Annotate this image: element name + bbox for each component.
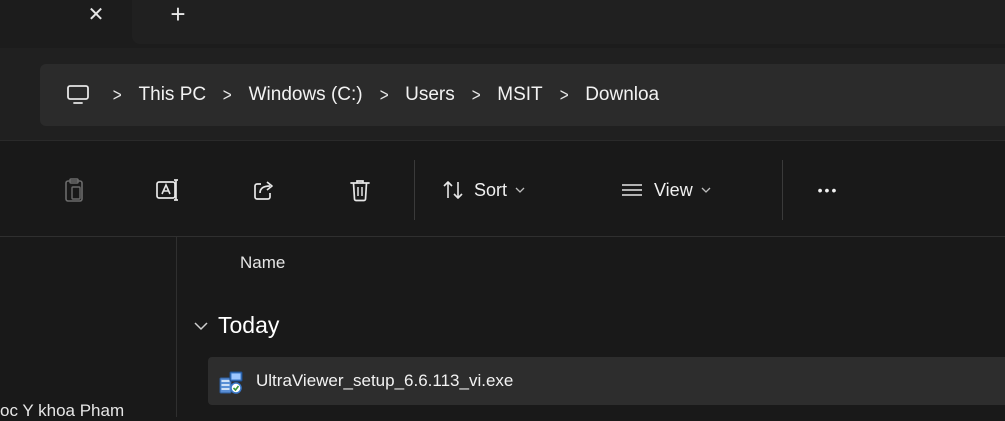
- column-header-name[interactable]: Name: [240, 253, 285, 273]
- view-label: View: [654, 179, 693, 200]
- chevron-right-icon[interactable]: >: [113, 85, 122, 106]
- share-button[interactable]: [244, 170, 284, 210]
- sort-label: Sort: [474, 179, 508, 200]
- breadcrumb-users[interactable]: Users: [405, 84, 455, 106]
- breadcrumb-downloads[interactable]: Downloa: [585, 84, 659, 106]
- breadcrumb: > This PC > Windows (C:) > Users > MSIT …: [40, 64, 659, 126]
- chevron-right-icon[interactable]: >: [472, 85, 481, 106]
- breadcrumb-this-pc[interactable]: This PC: [139, 84, 207, 106]
- file-name: UltraViewer_setup_6.6.113_vi.exe: [256, 371, 514, 390]
- computer-icon[interactable]: [60, 77, 96, 113]
- command-bar-divider: [0, 236, 1005, 237]
- plus-icon: +: [170, 0, 186, 29]
- rename-button[interactable]: [148, 170, 188, 210]
- clipboard-icon: [65, 178, 83, 202]
- chevron-right-icon[interactable]: >: [559, 85, 568, 106]
- chevron-right-icon[interactable]: >: [223, 85, 232, 106]
- chevron-down-icon: [515, 185, 525, 196]
- close-icon: ✕: [87, 3, 105, 26]
- breadcrumb-msit[interactable]: MSIT: [497, 84, 542, 106]
- nav-pane-item[interactable]: oc Y khoa Pham: [0, 401, 124, 421]
- exe-installer-icon: [218, 369, 244, 395]
- sort-icon: [443, 181, 463, 199]
- share-icon: [254, 181, 273, 200]
- delete-button[interactable]: [340, 170, 380, 210]
- breadcrumb-windows-c[interactable]: Windows (C:): [249, 84, 363, 106]
- command-separator: [782, 160, 783, 220]
- paste-button[interactable]: [54, 170, 94, 210]
- more-icon: •••: [817, 182, 839, 198]
- group-collapse-chevron-icon[interactable]: [190, 312, 212, 340]
- group-header-today[interactable]: Today: [218, 312, 279, 339]
- view-icon: [622, 184, 642, 196]
- sort-button[interactable]: Sort: [442, 170, 572, 210]
- command-separator: [414, 160, 415, 220]
- more-options-button[interactable]: •••: [808, 170, 848, 210]
- chevron-right-icon[interactable]: >: [379, 85, 388, 106]
- trash-icon: [350, 180, 370, 202]
- view-button[interactable]: View: [620, 170, 760, 210]
- rename-icon: [156, 179, 178, 201]
- close-tab-button[interactable]: ✕: [76, 0, 116, 28]
- active-tab[interactable]: [132, 0, 1005, 44]
- navigation-pane-splitter[interactable]: [176, 237, 177, 417]
- chevron-down-icon: [701, 185, 711, 196]
- new-tab-button[interactable]: +: [160, 0, 196, 29]
